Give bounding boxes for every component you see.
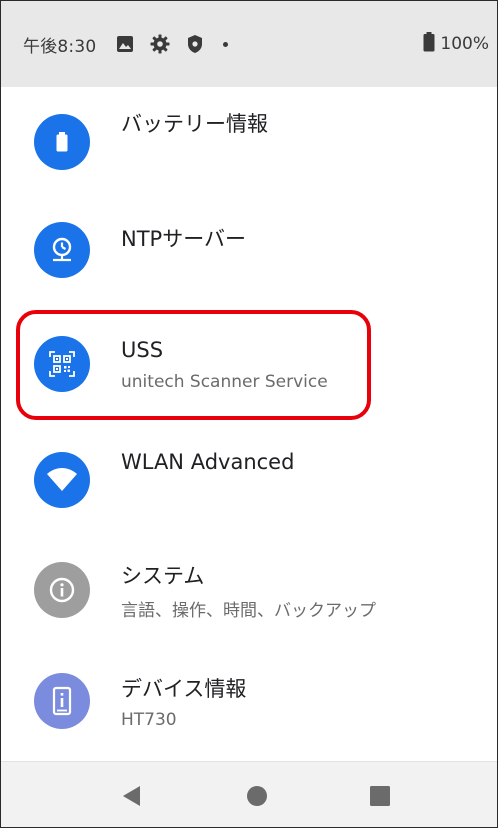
recents-icon — [370, 786, 390, 806]
settings-item-battery[interactable]: バッテリー情報 — [1, 87, 497, 187]
device-icon — [34, 673, 90, 729]
clock-network-icon — [34, 222, 90, 278]
settings-item-title: バッテリー情報 — [121, 112, 268, 136]
home-button[interactable] — [243, 782, 271, 810]
home-icon — [247, 786, 267, 806]
status-bar: 午後8:30 100% — [1, 1, 497, 87]
status-time: 午後8:30 — [23, 36, 97, 57]
settings-item-title: NTPサーバー — [121, 227, 246, 251]
dot-icon — [223, 41, 229, 47]
battery-icon — [34, 114, 90, 170]
recents-button[interactable] — [366, 782, 394, 810]
settings-item-device-info[interactable]: デバイス情報 HT730 — [1, 661, 497, 761]
settings-item-system[interactable]: システム 言語、操作、時間、バックアップ — [1, 549, 497, 649]
back-button[interactable] — [117, 782, 145, 810]
uss-highlight-box — [16, 310, 371, 420]
battery-percent: 100% — [440, 34, 489, 54]
settings-item-subtitle: 言語、操作、時間、バックアップ — [121, 601, 376, 621]
settings-item-title: デバイス情報 — [121, 677, 247, 701]
settings-item-wlan-advanced[interactable]: WLAN Advanced — [1, 433, 497, 533]
settings-item-title: WLAN Advanced — [121, 450, 295, 474]
status-right: 100% — [423, 1, 489, 87]
shield-icon — [184, 33, 206, 55]
info-icon — [34, 562, 90, 618]
battery-icon — [423, 32, 435, 56]
settings-item-title: システム — [121, 564, 205, 588]
navigation-bar — [1, 761, 497, 827]
image-icon — [114, 33, 136, 55]
gear-icon — [149, 33, 171, 55]
settings-item-ntp[interactable]: NTPサーバー — [1, 201, 497, 301]
back-icon — [123, 786, 140, 806]
settings-item-subtitle: HT730 — [121, 710, 177, 730]
wifi-icon — [34, 452, 90, 508]
phone-screen: 午後8:30 100% バッテリー情報 NTPサーバー USS unitech … — [0, 0, 498, 828]
